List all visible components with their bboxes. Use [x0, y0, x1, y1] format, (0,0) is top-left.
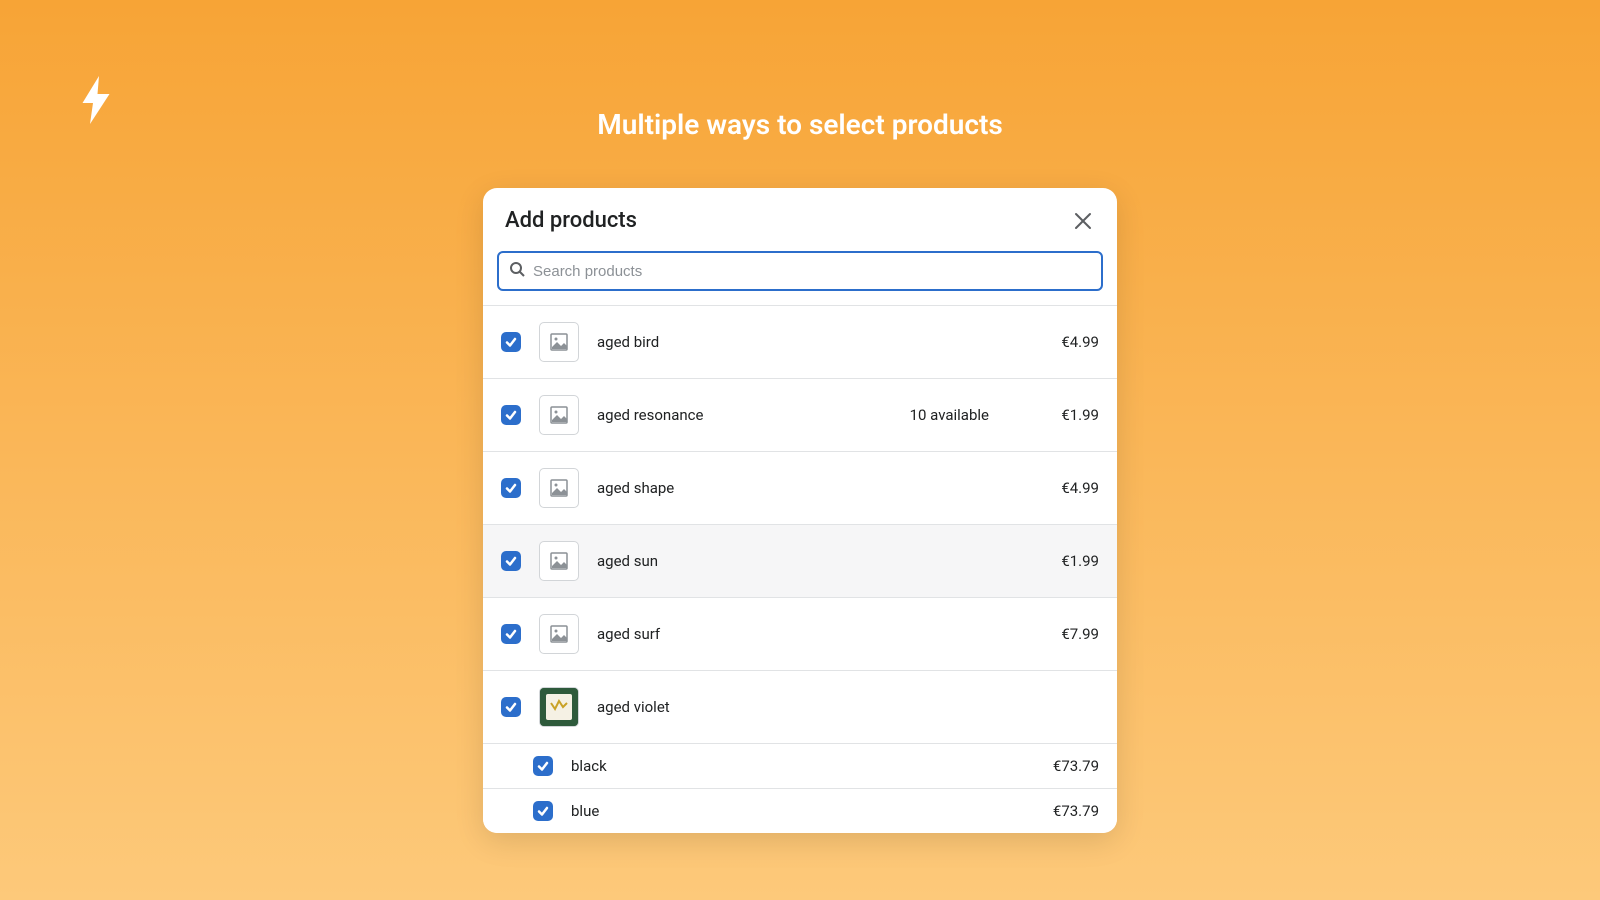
product-row[interactable]: aged violet: [483, 671, 1117, 744]
product-name: aged violet: [597, 698, 1099, 716]
product-thumbnail-placeholder: [539, 395, 579, 435]
product-checkbox[interactable]: [501, 697, 521, 717]
product-name: aged resonance: [597, 406, 910, 424]
check-icon: [505, 628, 517, 640]
product-thumbnail-placeholder: [539, 614, 579, 654]
product-name: aged sun: [597, 552, 1039, 570]
add-products-modal: Add products: [483, 188, 1117, 833]
product-checkbox[interactable]: [501, 332, 521, 352]
check-icon: [505, 701, 517, 713]
close-icon: [1074, 212, 1092, 230]
check-icon: [505, 336, 517, 348]
variant-checkbox[interactable]: [533, 801, 553, 821]
search-container: [483, 251, 1117, 306]
search-input[interactable]: [533, 263, 1091, 280]
product-thumbnail-placeholder: [539, 541, 579, 581]
product-price: €4.99: [1039, 479, 1099, 497]
check-icon: [537, 760, 549, 772]
variant-price: €73.79: [1039, 757, 1099, 775]
image-placeholder-icon: [549, 624, 569, 644]
product-thumbnail-placeholder: [539, 468, 579, 508]
image-placeholder-icon: [549, 478, 569, 498]
product-thumbnail: [539, 687, 579, 727]
product-price: €1.99: [1039, 406, 1099, 424]
product-checkbox[interactable]: [501, 405, 521, 425]
modal-title: Add products: [505, 208, 637, 233]
image-placeholder-icon: [549, 551, 569, 571]
product-row[interactable]: aged resonance 10 available €1.99: [483, 379, 1117, 452]
product-checkbox[interactable]: [501, 478, 521, 498]
product-checkbox[interactable]: [501, 551, 521, 571]
variant-name: black: [571, 757, 1039, 775]
product-price: €4.99: [1039, 333, 1099, 351]
product-name: aged shape: [597, 479, 1039, 497]
modal-header: Add products: [483, 188, 1117, 251]
page-title: Multiple ways to select products: [0, 108, 1600, 141]
variant-checkbox[interactable]: [533, 756, 553, 776]
product-row[interactable]: aged sun €1.99: [483, 525, 1117, 598]
variant-row[interactable]: blue €73.79: [483, 789, 1117, 833]
search-icon: [509, 261, 525, 281]
image-placeholder-icon: [549, 332, 569, 352]
check-icon: [505, 409, 517, 421]
product-price: €1.99: [1039, 552, 1099, 570]
product-name: aged surf: [597, 625, 1039, 643]
product-availability: 10 available: [910, 406, 989, 424]
variant-price: €73.79: [1039, 802, 1099, 820]
check-icon: [537, 805, 549, 817]
product-row[interactable]: aged shape €4.99: [483, 452, 1117, 525]
close-button[interactable]: [1071, 209, 1095, 233]
product-name: aged bird: [597, 333, 1039, 351]
check-icon: [505, 482, 517, 494]
variant-name: blue: [571, 802, 1039, 820]
product-checkbox[interactable]: [501, 624, 521, 644]
product-row[interactable]: aged surf €7.99: [483, 598, 1117, 671]
product-row[interactable]: aged bird €4.99: [483, 306, 1117, 379]
image-placeholder-icon: [549, 405, 569, 425]
product-price: €7.99: [1039, 625, 1099, 643]
product-thumbnail-placeholder: [539, 322, 579, 362]
check-icon: [505, 555, 517, 567]
search-box[interactable]: [497, 251, 1103, 291]
variant-row[interactable]: black €73.79: [483, 744, 1117, 789]
